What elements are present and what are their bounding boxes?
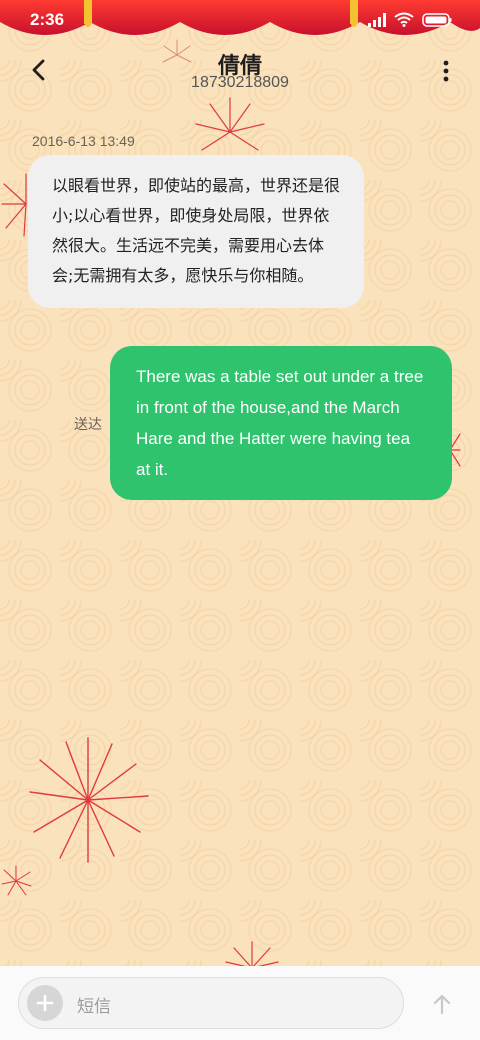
battery-icon	[422, 12, 452, 27]
arrow-up-icon	[433, 994, 451, 1015]
delivery-status: 送达	[74, 417, 102, 433]
add-attachment-button[interactable]	[27, 985, 63, 1021]
firework-decoration	[1, 865, 32, 896]
more-options-button[interactable]	[438, 58, 454, 84]
message-composer: 短信	[0, 966, 480, 1040]
message-input[interactable]: 短信	[18, 977, 404, 1029]
firework-decoration	[195, 97, 265, 151]
signal-icon	[368, 12, 386, 27]
status-time: 2:36	[30, 10, 65, 29]
send-button[interactable]	[428, 990, 456, 1018]
wifi-icon	[394, 12, 414, 27]
plus-icon	[36, 994, 54, 1012]
more-vertical-icon	[443, 60, 449, 82]
message-timestamp: 2016-6-13 13:49	[32, 133, 135, 149]
status-icons	[368, 12, 452, 27]
status-bar: 2:36	[0, 0, 480, 40]
incoming-message-text: 以眼看世界，即使站的最高，世界还是很小;以心看世界，即使身处局限，世界依然很大。…	[52, 176, 341, 285]
firework-decoration	[162, 39, 192, 63]
firework-decoration	[225, 941, 279, 968]
firework-decoration	[29, 737, 149, 863]
outgoing-message-text: There was a table set out under a tree i…	[136, 367, 424, 479]
outgoing-message-bubble[interactable]: There was a table set out under a tree i…	[110, 346, 452, 500]
message-input-placeholder: 短信	[77, 997, 111, 1017]
incoming-message-bubble[interactable]: 以眼看世界，即使站的最高，世界还是很小;以心看世界，即使身处局限，世界依然很大。…	[28, 155, 364, 308]
contact-phone-number: 18730218809	[191, 74, 289, 91]
